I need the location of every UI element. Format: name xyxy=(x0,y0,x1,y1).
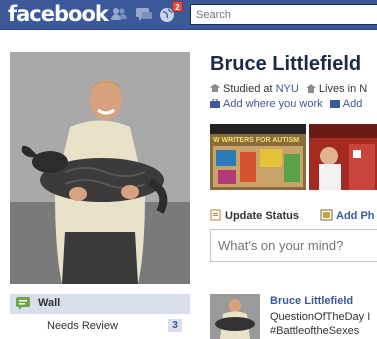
tab-add-photo[interactable]: Add Ph xyxy=(320,209,375,222)
home-icon xyxy=(305,84,316,93)
add-work-link[interactable]: Add where you work xyxy=(223,98,323,110)
story-text: QuestionOfTheDay I xyxy=(270,311,371,323)
profile-info-line: Add where you work Add xyxy=(210,98,362,110)
briefcase-icon xyxy=(210,99,220,108)
update-status-icon xyxy=(210,209,221,221)
profile-name[interactable]: Bruce Littlefield xyxy=(210,53,361,76)
school-link[interactable]: NYU xyxy=(276,83,299,95)
tab-label: Update Status xyxy=(225,210,299,222)
sidebar-item-label: Needs Review xyxy=(47,320,118,332)
messages-icon[interactable] xyxy=(135,6,153,23)
sidebar-item-needs-review[interactable]: Needs Review 3 xyxy=(10,316,190,336)
top-bar: facebook 2 xyxy=(0,0,377,30)
school-icon xyxy=(210,84,220,92)
photo-thumbnail[interactable] xyxy=(309,124,377,190)
sidebar-item-label: Wall xyxy=(38,297,61,309)
studied-prefix: Studied at xyxy=(223,83,273,95)
story-author-avatar[interactable] xyxy=(210,294,260,339)
tab-label: Add Ph xyxy=(336,210,375,222)
wall-icon xyxy=(16,297,30,310)
add-other-link[interactable]: Add xyxy=(343,98,363,110)
photo-thumbnail[interactable]: W WRITERS FOR AUTISM xyxy=(210,124,306,190)
friend-requests-icon[interactable] xyxy=(110,6,128,23)
profile-info-line: Studied at NYU Lives in N xyxy=(210,83,367,95)
add-info-icon xyxy=(329,100,340,108)
notification-count-badge[interactable]: 2 xyxy=(172,1,183,12)
profile-picture[interactable] xyxy=(10,52,190,284)
add-photo-icon xyxy=(320,209,333,221)
tab-update-status[interactable]: Update Status xyxy=(210,209,299,222)
status-input[interactable] xyxy=(210,229,377,262)
lives-in-text: Lives in N xyxy=(318,83,368,95)
photo-caption: W WRITERS FOR AUTISM xyxy=(213,137,299,144)
sidebar-item-wall[interactable]: Wall xyxy=(10,294,190,314)
needs-review-count-badge: 3 xyxy=(168,319,182,332)
story-author-link[interactable]: Bruce Littlefield xyxy=(270,295,353,307)
story-hashtag[interactable]: #BattleoftheSexes xyxy=(270,325,359,337)
search-input[interactable] xyxy=(190,4,377,25)
facebook-logo[interactable]: facebook xyxy=(8,2,109,26)
